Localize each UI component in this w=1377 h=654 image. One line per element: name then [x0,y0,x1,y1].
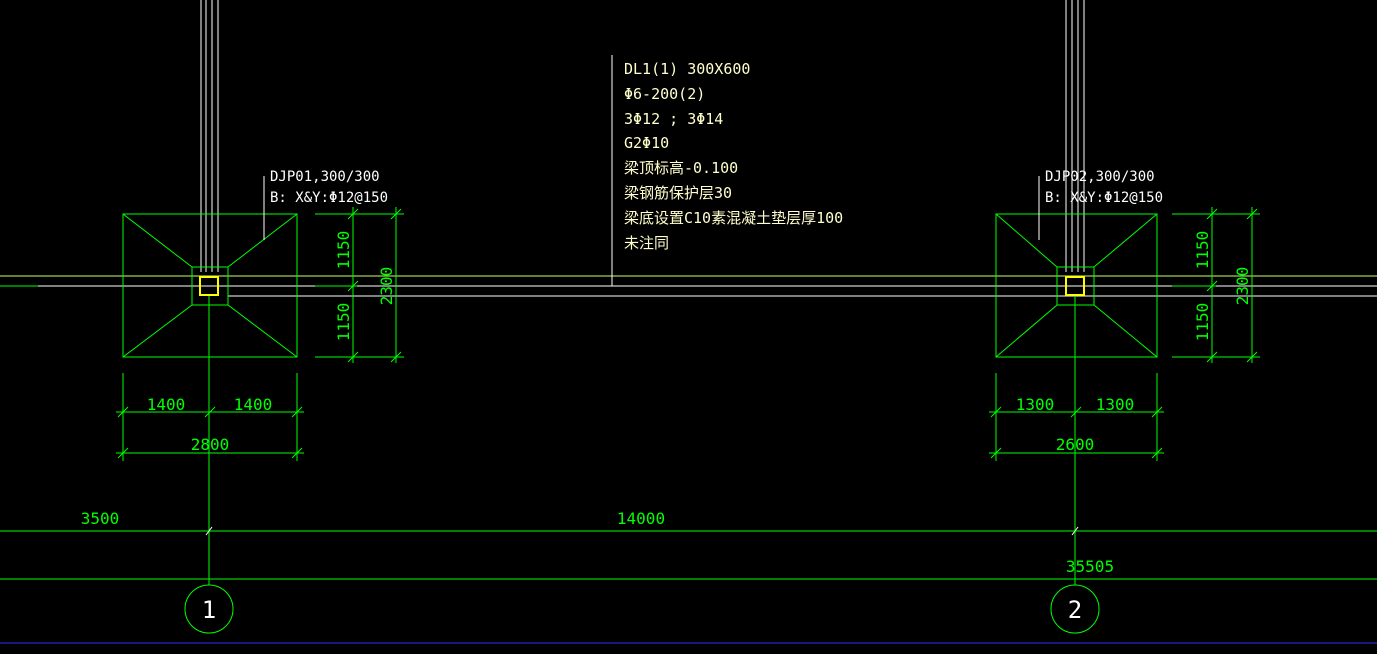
footing-2-dim-upper: 1150 [1193,231,1212,270]
beam-note: DL1(1) 300X600 Φ6-200(2) 3Φ12 ; 3Φ14 G2Φ… [624,60,843,252]
footing-2-dim-total-height: 2300 [1233,267,1252,306]
footing-1-vertical-dims: 1150 1150 2300 [315,207,404,363]
footing-2-dim-lower: 1150 [1193,303,1212,342]
beam-note-line: 3Φ12 ; 3Φ14 [624,110,723,128]
column-2-lines [1065,0,1085,272]
footing-1-reinforcement: B: X&Y:Φ12@150 [270,190,388,206]
footing-1-dim-right: 1400 [234,395,273,414]
footing-1-dim-left: 1400 [147,395,186,414]
cad-drawing-canvas[interactable]: DL1(1) 300X600 Φ6-200(2) 3Φ12 ; 3Φ14 G2Φ… [0,0,1377,654]
footing-2-dim-right: 1300 [1096,395,1135,414]
beam-note-line: 未注同 [624,234,669,252]
grid-dim-left-span: 3500 [81,509,120,528]
grid-dimension-lines: 3500 14000 35505 [0,509,1377,580]
footing-1-dim-lower: 1150 [334,303,353,342]
footing-2-label: DJP02,300/300 [1045,169,1155,185]
footing-1-dim-upper: 1150 [334,231,353,270]
beam-note-line: DL1(1) 300X600 [624,60,750,78]
footing-2-horizontal-dims: 1300 1300 2600 [989,373,1164,461]
axis-label-1: 1 [202,596,216,624]
beam-note-line: Φ6-200(2) [624,85,705,103]
column-1-lines [200,0,219,272]
tie-beam-lines[interactable] [0,275,1377,297]
footing-2-vertical-dims: 1150 1150 2300 [1172,207,1260,363]
axis-bubble-2[interactable]: 2 [1050,584,1100,634]
beam-note-line: 梁底设置C10素混凝土垫层厚100 [624,209,843,227]
footing-2-reinforcement: B: X&Y:Φ12@150 [1045,190,1163,206]
footing-1-dim-total-height: 2300 [377,267,396,306]
footing-2-dim-left: 1300 [1016,395,1055,414]
footing-2[interactable]: DJP02,300/300 B: X&Y:Φ12@150 [995,169,1163,358]
beam-note-line: G2Φ10 [624,134,669,152]
grid-dim-middle-span: 14000 [617,509,665,528]
footing-1-label: DJP01,300/300 [270,169,380,185]
footing-1-dim-total-width: 2800 [191,435,230,454]
beam-note-line: 梁顶标高-0.100 [624,159,738,177]
beam-note-line: 梁钢筋保护层30 [624,184,732,202]
axis-bubble-1[interactable]: 1 [184,584,234,634]
axis-label-2: 2 [1068,596,1082,624]
grid-dim-right-value: 35505 [1066,557,1114,576]
footing-1-horizontal-dims: 1400 1400 2800 [116,373,304,461]
